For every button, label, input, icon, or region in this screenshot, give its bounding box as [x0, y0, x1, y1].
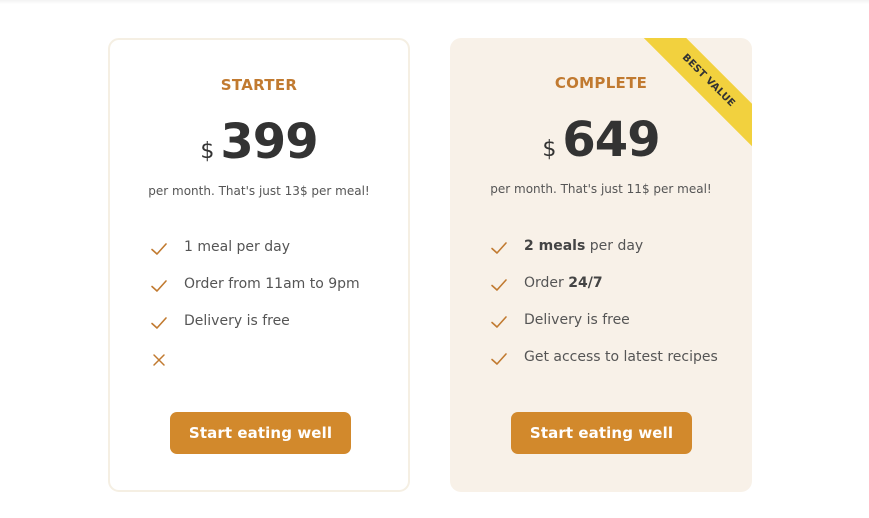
check-icon: [490, 313, 508, 331]
feature-list: 1 meal per day Order from 11am to 9pm De…: [150, 239, 360, 387]
feature-item: Delivery is free: [490, 312, 718, 349]
start-eating-well-button[interactable]: Start eating well: [511, 412, 692, 454]
feature-text: Order 24/7: [524, 275, 603, 291]
feature-item: [150, 350, 360, 387]
feature-item: 1 meal per day: [150, 239, 360, 276]
top-divider: [0, 0, 869, 4]
feature-item: 2 meals per day: [490, 238, 718, 275]
feature-text: 2 meals per day: [524, 238, 644, 254]
feature-text: Order from 11am to 9pm: [184, 276, 360, 292]
feature-item: Order 24/7: [490, 275, 718, 312]
feature-item: Delivery is free: [150, 313, 360, 350]
feature-text: Delivery is free: [184, 313, 290, 329]
plan-name: STARTER: [220, 76, 298, 94]
check-icon: [490, 239, 508, 257]
feature-text: 1 meal per day: [184, 239, 290, 255]
price-note: per month. That's just 13$ per meal!: [148, 184, 370, 198]
check-icon: [150, 240, 168, 258]
feature-item: Order from 11am to 9pm: [150, 276, 360, 313]
plan-name: COMPLETE: [554, 74, 648, 92]
price-amount: 399: [220, 114, 318, 170]
plan-price: $649: [450, 112, 752, 168]
pricing-card-complete: BEST VALUE COMPLETE $649 per month. That…: [450, 38, 752, 492]
feature-list: 2 meals per day Order 24/7 Delivery is f…: [490, 238, 718, 386]
price-currency: $: [200, 139, 215, 164]
plan-price: $399: [110, 114, 408, 170]
cross-icon: [150, 351, 168, 369]
check-icon: [150, 277, 168, 295]
check-icon: [150, 314, 168, 332]
check-icon: [490, 276, 508, 294]
feature-text: Get access to latest recipes: [524, 349, 718, 365]
feature-text: Delivery is free: [524, 312, 630, 328]
price-currency: $: [542, 137, 557, 162]
feature-item: Get access to latest recipes: [490, 349, 718, 386]
pricing-card-starter: STARTER $399 per month. That's just 13$ …: [108, 38, 410, 492]
check-icon: [490, 350, 508, 368]
price-amount: 649: [562, 112, 660, 168]
price-note: per month. That's just 11$ per meal!: [490, 182, 712, 196]
start-eating-well-button[interactable]: Start eating well: [170, 412, 351, 454]
